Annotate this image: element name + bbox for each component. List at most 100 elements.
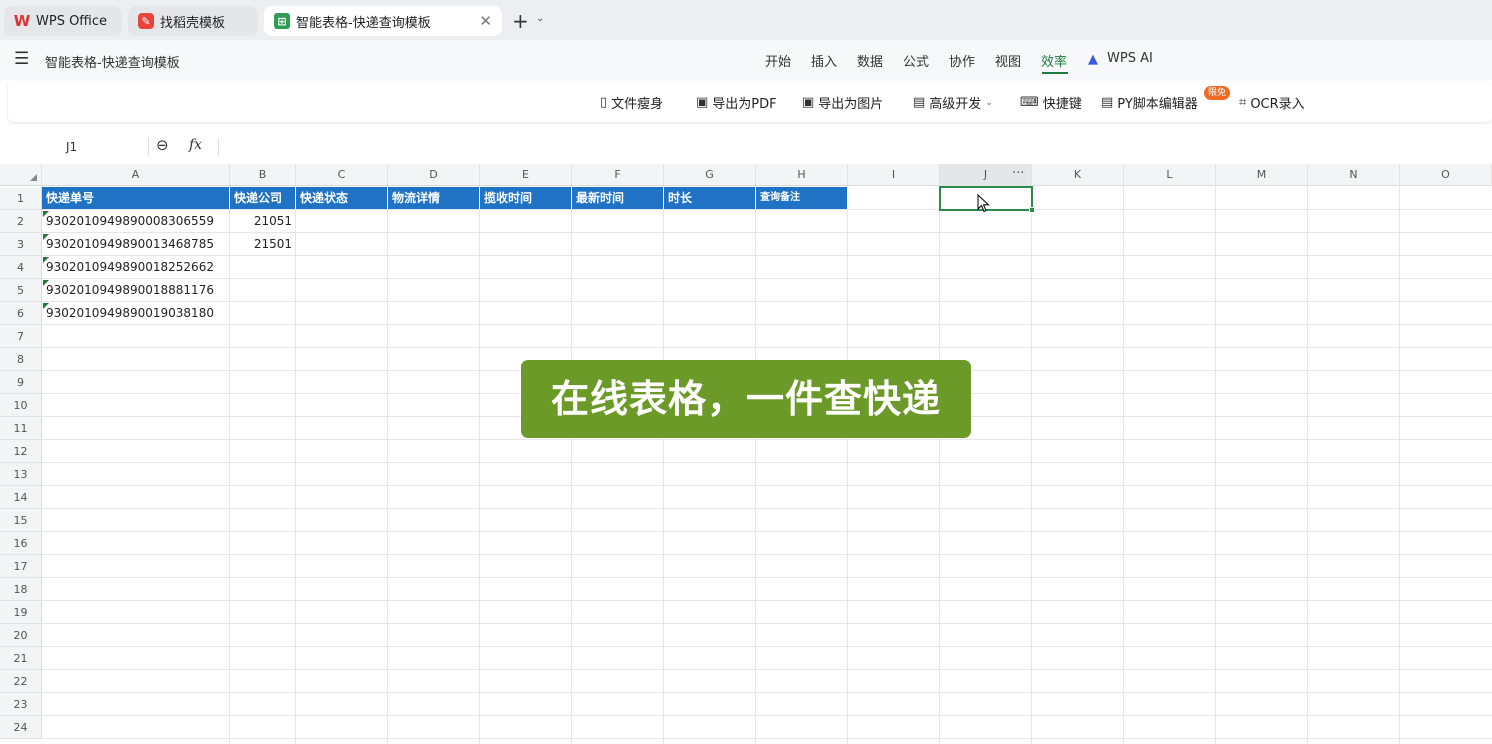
chevron-down-icon[interactable]: ⌄ (536, 13, 544, 24)
row-header-21[interactable]: 21 (0, 647, 42, 670)
row-gridline (42, 531, 1492, 532)
row-header-9[interactable]: 9 (0, 371, 42, 394)
header-cell-duration[interactable]: 时长 (664, 187, 756, 209)
column-header-l[interactable]: L (1124, 164, 1216, 186)
tab-bar: W WPS Office ✎ 找稻壳模板 ⊞ 智能表格-快递查询模板 ✕ + ⌄ (0, 0, 1492, 40)
column-header-c[interactable]: C (296, 164, 388, 186)
row-header-15[interactable]: 15 (0, 509, 42, 532)
column-header-e[interactable]: E (480, 164, 572, 186)
header-cell-status[interactable]: 快递状态 (296, 187, 388, 209)
menu-wps-ai[interactable]: WPS AI (1107, 51, 1153, 66)
column-header-d[interactable]: D (388, 164, 480, 186)
menu-start[interactable]: 开始 (765, 51, 791, 70)
column-header-f[interactable]: F (572, 164, 664, 186)
row-header-3[interactable]: 3 (0, 233, 42, 256)
row-gridline (42, 600, 1492, 601)
spreadsheet-grid[interactable]: A B C D E F G H I J K L M N O ··· 123456… (0, 164, 1492, 744)
py-script-editor-button[interactable]: ▤ PY脚本编辑器 (1101, 93, 1198, 112)
name-box[interactable]: J1 (66, 140, 77, 154)
cell-a6[interactable]: 9302010949890019038180 (42, 302, 230, 325)
column-gridline (387, 186, 388, 744)
menu-formula[interactable]: 公式 (903, 51, 929, 70)
header-cell-pickup-time[interactable]: 揽收时间 (480, 187, 572, 209)
row-header-6[interactable]: 6 (0, 302, 42, 325)
row-header-7[interactable]: 7 (0, 325, 42, 348)
row-gridline (42, 462, 1492, 463)
column-header-m[interactable]: M (1216, 164, 1308, 186)
row-header-23[interactable]: 23 (0, 693, 42, 716)
document-title[interactable]: 智能表格-快递查询模板 (45, 52, 180, 71)
column-gridline (1307, 186, 1308, 744)
file-slim-button[interactable]: ▯ 文件瘦身 (600, 93, 663, 112)
header-cell-latest-time[interactable]: 最新时间 (572, 187, 664, 209)
row-header-24[interactable]: 24 (0, 716, 42, 739)
export-pdf-button[interactable]: ▣ 导出为PDF (696, 93, 777, 112)
new-tab-button[interactable]: + (512, 9, 529, 33)
advanced-dev-button[interactable]: ▤ 高级开发 ⌄ (913, 93, 993, 112)
row-header-4[interactable]: 4 (0, 256, 42, 279)
row-header-13[interactable]: 13 (0, 463, 42, 486)
row-header-22[interactable]: 22 (0, 670, 42, 693)
cell-a3[interactable]: 9302010949890013468785 (42, 233, 230, 256)
header-cell-query-note[interactable]: 查询备注 (756, 187, 848, 209)
row-header-19[interactable]: 19 (0, 601, 42, 624)
header-cell-courier[interactable]: 快递公司 (230, 187, 296, 209)
row-header-5[interactable]: 5 (0, 279, 42, 302)
row-header-12[interactable]: 12 (0, 440, 42, 463)
menu-data[interactable]: 数据 (857, 51, 883, 70)
tab-smart-sheet[interactable]: ⊞ 智能表格-快递查询模板 ✕ (264, 6, 502, 36)
menu-view[interactable]: 视图 (995, 51, 1021, 70)
row-header-14[interactable]: 14 (0, 486, 42, 509)
header-cell-tracking-number[interactable]: 快递单号 (42, 187, 230, 209)
free-promo-badge: 限免 (1204, 86, 1231, 100)
export-image-button[interactable]: ▣ 导出为图片 (802, 93, 883, 112)
number-as-text-flag-icon (43, 280, 49, 286)
row-header-16[interactable]: 16 (0, 532, 42, 555)
zoom-search-icon[interactable]: ⊖ (156, 136, 169, 154)
cell-b3[interactable]: 21501 (230, 233, 296, 256)
number-as-text-flag-icon (43, 234, 49, 240)
row-gridline (42, 738, 1492, 739)
tab-docer-templates[interactable]: ✎ 找稻壳模板 (128, 6, 258, 36)
fx-icon[interactable]: fx (189, 137, 202, 153)
column-header-g[interactable]: G (664, 164, 756, 186)
column-header-i[interactable]: I (848, 164, 940, 186)
column-header-a[interactable]: A (42, 164, 230, 186)
tab-wps-office[interactable]: W WPS Office (4, 6, 122, 36)
row-header-1[interactable]: 1 (0, 187, 42, 210)
row-header-10[interactable]: 10 (0, 394, 42, 417)
column-more-icon[interactable]: ··· (1012, 164, 1024, 184)
row-gridline (42, 669, 1492, 670)
row-header-18[interactable]: 18 (0, 578, 42, 601)
column-gridline (939, 186, 940, 744)
row-header-11[interactable]: 11 (0, 417, 42, 440)
menu-insert[interactable]: 插入 (811, 51, 837, 70)
shortcuts-button[interactable]: ⌨ 快捷键 (1020, 93, 1082, 112)
column-header-h[interactable]: H (756, 164, 848, 186)
hamburger-menu-icon[interactable]: ☰ (14, 49, 29, 69)
tab-label: WPS Office (36, 13, 108, 29)
menu-efficiency[interactable]: 效率 (1041, 51, 1067, 70)
tab-label: 找稻壳模板 (160, 15, 226, 31)
cell-a2[interactable]: 930201094989000830655​9 (42, 210, 230, 233)
cell-a5[interactable]: 9302010949890018881176 (42, 279, 230, 302)
row-header-17[interactable]: 17 (0, 555, 42, 578)
row-gridline (42, 301, 1492, 302)
row-header-8[interactable]: 8 (0, 348, 42, 371)
cell-b2[interactable]: 21051 (230, 210, 296, 233)
column-gridline (1031, 186, 1032, 744)
select-all-corner[interactable] (0, 164, 42, 186)
cell-a4[interactable]: 9302010949890018252662 (42, 256, 230, 279)
ocr-input-button[interactable]: ⌗ OCR录入 (1239, 93, 1305, 112)
column-header-b[interactable]: B (230, 164, 296, 186)
close-tab-icon[interactable]: ✕ (479, 12, 492, 30)
fill-handle[interactable] (1029, 207, 1035, 213)
header-cell-logistics-detail[interactable]: 物流详情 (388, 187, 480, 209)
row-header-2[interactable]: 2 (0, 210, 42, 233)
column-header-o[interactable]: O (1400, 164, 1492, 186)
row-header-20[interactable]: 20 (0, 624, 42, 647)
menu-collaborate[interactable]: 协作 (949, 51, 975, 70)
column-header-n[interactable]: N (1308, 164, 1400, 186)
wps-logo-icon: W (13, 12, 31, 30)
column-header-k[interactable]: K (1032, 164, 1124, 186)
